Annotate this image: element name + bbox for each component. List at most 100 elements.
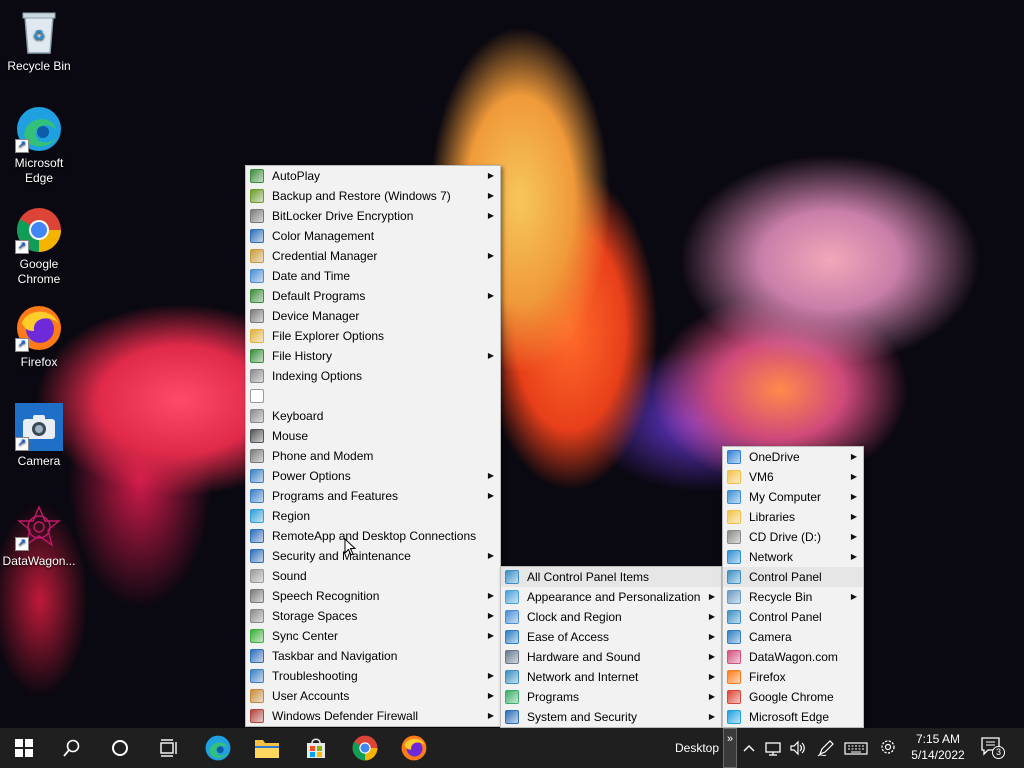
task-view-button[interactable] (144, 728, 192, 768)
submenu-arrow-icon: ▶ (850, 512, 857, 521)
control-panel-menu-item-label: Phone and Modem (272, 449, 374, 463)
control-panel-menu-item[interactable]: AutoPlay ▶ (246, 166, 500, 186)
volume-tray-button[interactable] (788, 738, 810, 758)
category-menu-item-label: All Control Panel Items (527, 570, 650, 584)
shortcut-arrow-icon: ↗ (15, 437, 29, 451)
control-panel-item-icon (727, 450, 741, 464)
start-button[interactable] (0, 728, 48, 768)
control-panel-item-icon (250, 329, 264, 343)
category-menu-item[interactable]: Hardware and Sound ▶ (501, 647, 721, 667)
control-panel-item-icon (505, 670, 519, 684)
control-panel-menu-item-label: Security and Maintenance (272, 549, 411, 563)
desktop-menu-item[interactable]: Libraries ▶ (723, 507, 863, 527)
settings-tray-button[interactable] (878, 737, 900, 759)
clock-time: 7:15 AM (915, 732, 961, 746)
desktop-toolbar-label[interactable]: Desktop (675, 741, 719, 755)
desktop-menu-item-label: OneDrive (749, 450, 800, 464)
category-menu-item[interactable]: Clock and Region ▶ (501, 607, 721, 627)
desktop-menu-item[interactable]: Control Panel (723, 567, 863, 587)
control-panel-menu-item-label: AutoPlay (272, 169, 321, 183)
control-panel-menu-item[interactable]: Color Management (246, 226, 500, 246)
control-panel-menu-item[interactable]: Default Programs ▶ (246, 286, 500, 306)
control-panel-menu-item[interactable]: Security and Maintenance ▶ (246, 546, 500, 566)
control-panel-menu-item[interactable]: Device Manager (246, 306, 500, 326)
network-tray-button[interactable] (764, 738, 786, 758)
control-panel-item-icon (250, 229, 264, 243)
edge-icon: ↗ (15, 105, 63, 153)
desktop-menu-item[interactable]: My Computer ▶ (723, 487, 863, 507)
submenu-arrow-icon: ▶ (487, 191, 494, 200)
desktop-menu-item[interactable]: Control Panel (723, 607, 863, 627)
control-panel-menu-item[interactable]: Indexing Options (246, 366, 500, 386)
clock-button[interactable]: 7:15 AM 5/14/2022 (906, 731, 970, 765)
desktop-menu-item-label: Recycle Bin (749, 590, 813, 604)
taskbar-chrome-button[interactable] (341, 728, 389, 768)
control-panel-menu-item[interactable]: Power Options ▶ (246, 466, 500, 486)
control-panel-menu-item[interactable] (246, 386, 500, 406)
control-panel-menu-item[interactable]: Speech Recognition ▶ (246, 586, 500, 606)
category-menu-item[interactable]: Programs ▶ (501, 687, 721, 707)
desktop-menu-item[interactable]: Firefox (723, 667, 863, 687)
desktop-menu-item[interactable]: Recycle Bin ▶ (723, 587, 863, 607)
cortana-circle-icon (112, 740, 128, 756)
control-panel-menu-item[interactable]: RemoteApp and Desktop Connections (246, 526, 500, 546)
control-panel-menu-item[interactable]: Troubleshooting ▶ (246, 666, 500, 686)
control-panel-menu-item[interactable]: Programs and Features ▶ (246, 486, 500, 506)
desktop-menu-item[interactable]: VM6 ▶ (723, 467, 863, 487)
control-panel-menu-item[interactable]: Region (246, 506, 500, 526)
desktop-menu-item[interactable]: Camera (723, 627, 863, 647)
submenu-arrow-icon: ▶ (487, 251, 494, 260)
control-panel-menu-item[interactable]: Mouse (246, 426, 500, 446)
desktop-menu-item[interactable]: Google Chrome (723, 687, 863, 707)
control-panel-menu-item[interactable]: Taskbar and Navigation (246, 646, 500, 666)
category-menu-item[interactable]: All Control Panel Items (501, 567, 721, 587)
control-panel-item-icon (727, 610, 741, 624)
control-panel-menu-item[interactable]: User Accounts ▶ (246, 686, 500, 706)
desktop-toolbar-chevron-button[interactable]: » (723, 728, 737, 768)
desktop-menu-item[interactable]: DataWagon.com (723, 647, 863, 667)
desktop-icon-camera[interactable]: ↗ Camera (1, 403, 77, 469)
category-menu-item-label: Clock and Region (527, 610, 622, 624)
control-panel-menu-item[interactable]: Credential Manager ▶ (246, 246, 500, 266)
control-panel-menu-item-label: Troubleshooting (272, 669, 358, 683)
camera-icon: ↗ (15, 403, 63, 451)
taskbar-file-explorer-button[interactable] (243, 728, 291, 768)
category-menu-item[interactable]: Network and Internet ▶ (501, 667, 721, 687)
taskbar-store-button[interactable] (292, 728, 340, 768)
pen-workspace-button[interactable] (816, 738, 838, 758)
control-panel-menu-item[interactable]: Keyboard (246, 406, 500, 426)
desktop-menu-item[interactable]: OneDrive ▶ (723, 447, 863, 467)
control-panel-menu-item[interactable]: Backup and Restore (Windows 7) ▶ (246, 186, 500, 206)
control-panel-menu-item[interactable]: BitLocker Drive Encryption ▶ (246, 206, 500, 226)
control-panel-menu-item[interactable]: File History ▶ (246, 346, 500, 366)
category-menu-item[interactable]: Ease of Access ▶ (501, 627, 721, 647)
control-panel-menu-item[interactable]: Date and Time (246, 266, 500, 286)
desktop-icon-recycle-bin[interactable]: ♻ Recycle Bin (1, 8, 77, 74)
desktop-icon-firefox[interactable]: ↗ Firefox (1, 304, 77, 370)
desktop-menu-item[interactable]: Network ▶ (723, 547, 863, 567)
category-menu-item[interactable]: System and Security ▶ (501, 707, 721, 727)
taskbar: Desktop » 7:15 AM 5/14/2022 3 (0, 728, 1024, 768)
control-panel-menu-item[interactable]: Sound (246, 566, 500, 586)
desktop-menu-item[interactable]: CD Drive (D:) ▶ (723, 527, 863, 547)
control-panel-menu-item[interactable]: Phone and Modem (246, 446, 500, 466)
cortana-button[interactable] (96, 728, 144, 768)
control-panel-menu-item[interactable]: File Explorer Options (246, 326, 500, 346)
category-menu-item[interactable]: Appearance and Personalization ▶ (501, 587, 721, 607)
search-button[interactable] (48, 728, 96, 768)
desktop-icon-label: DataWagon... (2, 554, 76, 568)
taskbar-edge-button[interactable] (194, 728, 242, 768)
desktop-icon-chrome[interactable]: ↗ Google Chrome (1, 206, 77, 287)
action-center-button[interactable]: 3 (980, 736, 1008, 760)
touch-keyboard-button[interactable] (844, 738, 870, 758)
taskbar-firefox-button[interactable] (390, 728, 438, 768)
control-panel-menu-item[interactable]: Storage Spaces ▶ (246, 606, 500, 626)
submenu-arrow-icon: ▶ (487, 691, 494, 700)
control-panel-menu-item[interactable]: Sync Center ▶ (246, 626, 500, 646)
desktop-icon-datawagon[interactable]: ↗ DataWagon... (1, 503, 77, 569)
desktop-icon-edge[interactable]: ↗ Microsoft Edge (1, 105, 77, 186)
control-panel-menu-item[interactable]: Windows Defender Firewall ▶ (246, 706, 500, 726)
control-panel-categories-menu: All Control Panel Items Appearance and Pe… (500, 566, 722, 728)
show-hidden-icons-button[interactable] (742, 738, 758, 758)
desktop-menu-item[interactable]: Microsoft Edge (723, 707, 863, 727)
